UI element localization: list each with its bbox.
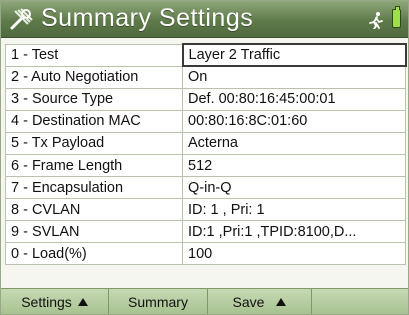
setting-value[interactable]: 100	[182, 242, 406, 266]
setting-value[interactable]: 512	[182, 153, 406, 178]
settings-table: 1 - Test Layer 2 Traffic 2 - Auto Negoti…	[5, 42, 407, 266]
setting-label: 1 - Test	[5, 43, 183, 67]
setting-label: 2 - Auto Negotiation	[5, 65, 183, 89]
summary-settings-screen: Summary Settings 1 - Test Layer 2 Traffi…	[0, 0, 409, 315]
softkey-label: Settings	[21, 293, 72, 310]
table-row[interactable]: 7 - Encapsulation Q-in-Q	[5, 176, 406, 200]
setting-label: 3 - Source Type	[5, 87, 183, 111]
setting-label: 6 - Frame Length	[5, 153, 183, 178]
setting-value[interactable]: On	[182, 65, 406, 89]
setting-value[interactable]: ID: 1 , Pri: 1	[182, 198, 406, 222]
setting-value[interactable]: Layer 2 Traffic	[181, 42, 407, 68]
table-row[interactable]: 4 - Destination MAC 00:80:16:8C:01:60	[5, 109, 406, 133]
table-row[interactable]: 6 - Frame Length 512	[5, 153, 406, 178]
setting-value[interactable]: Acterna	[182, 131, 406, 155]
running-man-icon	[369, 12, 383, 29]
battery-icon	[392, 6, 401, 28]
settings-softkey[interactable]: Settings	[1, 289, 109, 314]
setting-label: 8 - CVLAN	[5, 198, 183, 222]
softkey-label: Summary	[128, 293, 188, 310]
setting-value[interactable]: 00:80:16:8C:01:60	[182, 109, 406, 133]
save-softkey[interactable]: Save	[208, 289, 312, 314]
table-row[interactable]: 8 - CVLAN ID: 1 , Pri: 1	[5, 198, 406, 222]
setting-label: 7 - Encapsulation	[5, 176, 183, 200]
triangle-up-icon	[276, 297, 287, 306]
softkey-bar: Settings Summary Save	[1, 288, 408, 314]
setting-value[interactable]: Def. 00:80:16:45:00:01	[182, 87, 406, 111]
table-row[interactable]: 0 - Load(%) 100	[5, 242, 406, 266]
table-row[interactable]: 1 - Test Layer 2 Traffic	[5, 42, 407, 68]
setting-value[interactable]: ID:1 ,Pri:1 ,TPID:8100,D...	[182, 220, 406, 244]
softkey-label: Save	[232, 293, 265, 310]
setting-label: 0 - Load(%)	[5, 242, 183, 266]
summary-softkey[interactable]: Summary	[109, 289, 208, 314]
title-bar: Summary Settings	[1, 1, 408, 38]
empty-softkey[interactable]	[312, 289, 408, 314]
table-row[interactable]: 5 - Tx Payload Acterna	[5, 131, 406, 155]
setting-value[interactable]: Q-in-Q	[182, 176, 406, 200]
settings-tools-icon	[10, 8, 33, 30]
setting-label: 9 - SVLAN	[5, 220, 183, 244]
setting-label: 4 - Destination MAC	[5, 109, 183, 133]
triangle-up-icon	[77, 297, 88, 306]
page-title: Summary Settings	[41, 4, 254, 32]
table-row[interactable]: 9 - SVLAN ID:1 ,Pri:1 ,TPID:8100,D...	[5, 220, 406, 244]
setting-label: 5 - Tx Payload	[5, 131, 183, 155]
table-row[interactable]: 3 - Source Type Def. 00:80:16:45:00:01	[5, 87, 406, 111]
table-row[interactable]: 2 - Auto Negotiation On	[5, 65, 406, 89]
